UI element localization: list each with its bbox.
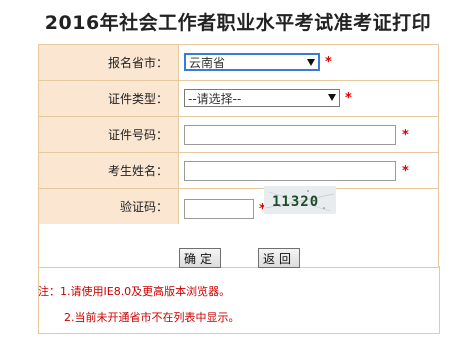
button-bar: 确定 返回 [39, 225, 438, 268]
province-select-value: 云南省 [189, 55, 226, 70]
required-mark: * [325, 55, 332, 70]
captcha-input[interactable] [184, 199, 254, 219]
note-province: 2.当前未开通省市不在列表中显示。 [64, 311, 240, 324]
captcha-text: 11320 [272, 194, 319, 210]
chevron-down-icon [328, 94, 336, 101]
name-label: 考生姓名： [39, 153, 179, 188]
id-type-select-value: --请选择-- [188, 91, 242, 106]
page-title: 2016年社会工作者职业水平考试准考证打印 [44, 12, 432, 34]
chevron-down-icon [307, 59, 315, 66]
row-province: 报名省市： 云南省 * [39, 45, 438, 81]
query-form: 报名省市： 云南省 * 证件类型： --请选择-- * 证件号码： * 考生姓名… [38, 44, 439, 268]
id-type-select[interactable]: --请选择-- [184, 89, 340, 107]
id-number-input[interactable] [184, 125, 396, 145]
back-button[interactable]: 返回 [258, 248, 300, 268]
province-select[interactable]: 云南省 [184, 53, 320, 71]
captcha-label: 验证码： [39, 189, 179, 224]
required-mark: * [402, 164, 409, 179]
id-number-label: 证件号码： [39, 117, 179, 152]
required-mark: * [345, 91, 352, 106]
row-id-type: 证件类型： --请选择-- * [39, 81, 438, 117]
name-input[interactable] [184, 161, 396, 181]
captcha-image[interactable]: 11320 [264, 186, 336, 214]
row-name: 考生姓名： * [39, 153, 438, 189]
row-captcha: 验证码： * 11320 [39, 186, 438, 224]
row-id-number: 证件号码： * [39, 117, 438, 153]
confirm-button[interactable]: 确定 [179, 248, 221, 268]
required-mark: * [402, 128, 409, 143]
province-label: 报名省市： [39, 45, 179, 80]
note-browser: 注：1.请使用IE8.0及更高版本浏览器。 [38, 285, 231, 298]
id-type-label: 证件类型： [39, 81, 179, 116]
